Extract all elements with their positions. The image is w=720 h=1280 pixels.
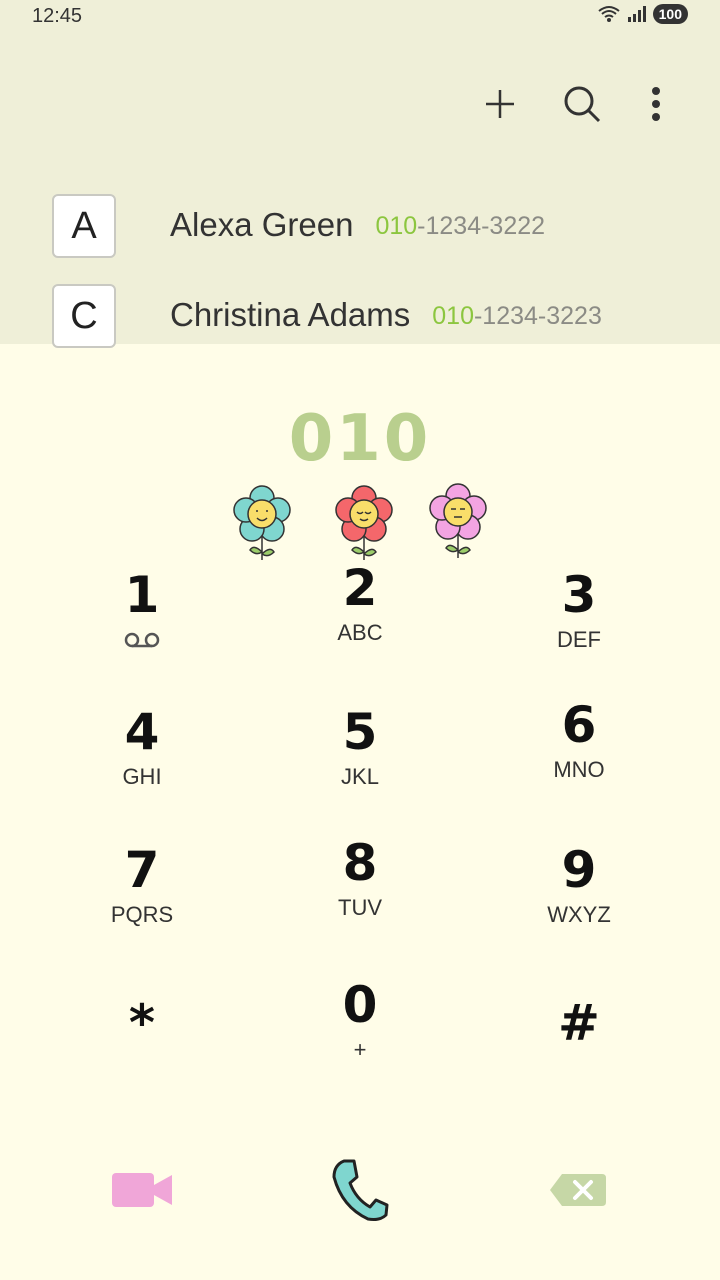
voicemail-icon xyxy=(124,632,160,648)
contact-number: 010-1234-3222 xyxy=(375,212,545,240)
number-rest: -1234-3222 xyxy=(417,212,546,240)
key-letters: TUV xyxy=(338,895,382,920)
key-letters: PQRS xyxy=(110,902,174,927)
contact-name-wrap: Alexa Green 010-1234-3222 xyxy=(170,206,545,244)
contact-letter-avatar: C xyxy=(52,284,116,348)
key-digit: # xyxy=(558,994,600,1052)
wifi-icon xyxy=(598,6,620,22)
backspace-button[interactable] xyxy=(528,1150,628,1230)
contact-name: Christina Adams xyxy=(170,296,411,333)
key-digit: 1 xyxy=(124,566,160,624)
number-rest: -1234-3223 xyxy=(473,302,602,330)
key-3[interactable]: 3 DEF xyxy=(479,565,679,685)
contact-letter-avatar: A xyxy=(52,194,116,258)
flower-icon xyxy=(335,485,393,560)
key-hash[interactable]: # xyxy=(479,993,679,1113)
key-6[interactable]: 6 MNO xyxy=(479,695,679,815)
key-letters: WXYZ xyxy=(547,902,611,927)
key-2[interactable]: 2 ABC xyxy=(260,558,460,678)
search-icon[interactable] xyxy=(558,80,606,128)
key-digit: 9 xyxy=(561,841,597,899)
status-icons: 100 xyxy=(597,4,688,24)
number-match: 010 xyxy=(432,302,474,330)
key-7[interactable]: 7 PQRS xyxy=(42,840,242,960)
key-digit: 8 xyxy=(342,834,378,892)
key-digit: 4 xyxy=(124,703,160,761)
video-call-button[interactable] xyxy=(92,1150,192,1230)
contact-row[interactable]: C Christina Adams 010-1234-3223 xyxy=(0,284,720,364)
key-letters: MNO xyxy=(553,757,605,782)
plus-icon[interactable] xyxy=(476,80,524,128)
key-8[interactable]: 8 TUV xyxy=(260,833,460,953)
key-digit: 3 xyxy=(561,566,597,624)
key-letters: + xyxy=(353,1037,367,1062)
key-letters: DEF xyxy=(557,627,601,652)
phone-icon xyxy=(332,1159,389,1221)
backspace-icon xyxy=(550,1174,606,1206)
key-digit: 7 xyxy=(124,841,160,899)
key-letters: GHI xyxy=(122,764,162,789)
key-digit: * xyxy=(128,994,156,1052)
battery-badge: 100 xyxy=(652,4,688,24)
key-letters: JKL xyxy=(341,764,379,789)
flowers-decoration xyxy=(233,483,487,560)
key-5[interactable]: 5 JKL xyxy=(260,702,460,822)
status-time: 12:45 xyxy=(32,5,83,27)
key-1[interactable]: 1 xyxy=(42,565,242,685)
more-vert-icon[interactable] xyxy=(632,80,680,128)
video-camera-icon xyxy=(112,1173,172,1207)
key-star[interactable]: * xyxy=(42,993,242,1113)
key-digit: 2 xyxy=(342,559,378,617)
number-match: 010 xyxy=(375,212,418,240)
key-digit: 0 xyxy=(342,976,378,1034)
status-bar: 12:45 100 xyxy=(0,0,720,34)
contact-name: Alexa Green xyxy=(170,206,354,243)
dialed-number[interactable]: 010 xyxy=(0,402,720,476)
key-9[interactable]: 9 WXYZ xyxy=(479,840,679,960)
contact-row[interactable]: A Alexa Green 010-1234-3222 xyxy=(0,194,720,274)
flower-icon xyxy=(233,485,291,560)
contact-number: 010-1234-3223 xyxy=(432,302,602,330)
top-panel: 12:45 100 A Alexa Green 010-1234-3222 C C… xyxy=(0,0,720,348)
flower-icon xyxy=(429,483,487,558)
key-4[interactable]: 4 GHI xyxy=(42,702,242,822)
key-0[interactable]: 0 + xyxy=(260,975,460,1095)
key-letters: ABC xyxy=(337,620,383,645)
signal-icon xyxy=(627,6,646,22)
contact-name-wrap: Christina Adams 010-1234-3223 xyxy=(170,296,602,334)
call-button[interactable] xyxy=(310,1150,410,1230)
key-digit: 6 xyxy=(561,696,597,754)
key-digit: 5 xyxy=(342,703,378,761)
